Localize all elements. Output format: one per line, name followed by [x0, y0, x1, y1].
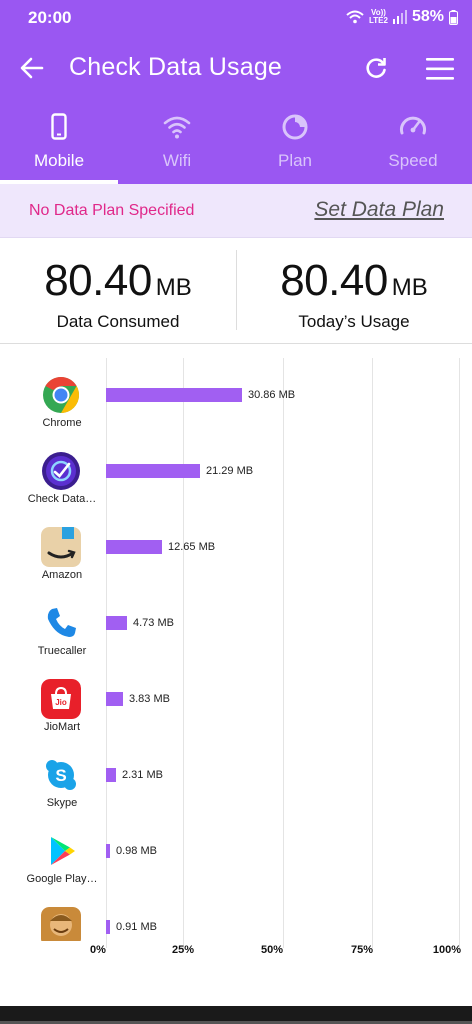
app-name: Amazon: [41, 569, 83, 581]
tab-mobile[interactable]: Mobile: [0, 102, 118, 184]
usage-bar: [106, 920, 110, 934]
status-icons: Vo)) LTE2 58%: [346, 8, 458, 26]
usage-bar-label: 30.86 MB: [248, 389, 296, 401]
app-row-chrome[interactable]: Chrome 30.86 MB: [0, 375, 472, 451]
tab-label: Speed: [388, 151, 438, 170]
usage-bar-label: 12.65 MB: [168, 541, 216, 553]
app-row-jiomart[interactable]: Jio JioMart 3.83 MB: [0, 679, 472, 755]
todays-usage-stat: 80.40 MB Today’s Usage: [236, 256, 472, 332]
refresh-icon[interactable]: [362, 54, 390, 82]
usage-bar: [106, 692, 123, 706]
google-play-icon: [41, 831, 81, 871]
tab-speed[interactable]: Speed: [354, 102, 472, 184]
status-bar: 20:00 Vo)) LTE2 58%: [0, 0, 472, 36]
plan-status-text: No Data Plan Specified: [29, 202, 195, 219]
usage-bar-label: 4.73 MB: [133, 617, 174, 629]
usage-bar: [106, 464, 200, 478]
amazon-icon: [41, 527, 81, 567]
phone-icon: [51, 113, 67, 140]
usage-summary: 80.40 MB Data Consumed 80.40 MB Today’s Us…: [0, 238, 472, 344]
data-consumed-unit: MB: [155, 274, 192, 301]
usage-bar: [106, 388, 242, 402]
svg-text:S: S: [55, 766, 66, 785]
app-name: Check Data…: [27, 493, 97, 505]
skype-icon: S: [41, 755, 81, 795]
network-type: Vo)) LTE2: [369, 8, 388, 25]
app-name: Skype: [46, 797, 78, 809]
app-row-google-play[interactable]: Google Play… 0.98 MB: [0, 831, 472, 907]
app-row-game[interactable]: 0.91 MB: [0, 907, 472, 941]
data-consumed-value: 80.40: [44, 256, 152, 305]
data-consumed-label: Data Consumed: [56, 312, 180, 331]
todays-usage-unit: MB: [391, 274, 428, 301]
app-name: Chrome: [42, 417, 82, 429]
app-row-skype[interactable]: S Skype 2.31 MB: [0, 755, 472, 831]
tab-label: Wifi: [162, 151, 192, 170]
system-navigation-bar: [0, 1006, 472, 1024]
game-app-icon: [41, 907, 81, 941]
app-usage-chart: Chrome 30.86 MB Check Data… 21.29 MB Ama…: [0, 344, 472, 964]
app-row-amazon[interactable]: Amazon 12.65 MB: [0, 527, 472, 603]
wifi-signal-icon: [346, 10, 364, 24]
x-tick-label: 0%: [90, 944, 106, 956]
todays-usage-label: Today’s Usage: [298, 312, 410, 331]
app-bar: Check Data Usage: [0, 36, 472, 102]
speedometer-icon: [400, 116, 426, 135]
app-row-truecaller[interactable]: Truecaller 4.73 MB: [0, 603, 472, 679]
app-name: JioMart: [43, 721, 81, 733]
usage-bar: [106, 844, 110, 858]
usage-bar-label: 0.91 MB: [116, 921, 157, 933]
tab-wifi[interactable]: Wifi: [118, 102, 236, 184]
tab-plan[interactable]: Plan: [236, 102, 354, 184]
wifi-icon: [163, 116, 191, 139]
x-tick-label: 50%: [260, 944, 284, 956]
chrome-icon: [41, 375, 81, 415]
menu-icon[interactable]: [425, 56, 455, 82]
usage-bar: [106, 540, 162, 554]
usage-bar-label: 21.29 MB: [206, 465, 254, 477]
todays-usage-value: 80.40: [280, 256, 388, 305]
jiomart-icon: Jio: [41, 679, 81, 719]
check-data-app-icon: [41, 451, 81, 491]
cell-signal-icon: [392, 10, 407, 24]
battery-percent: 58%: [411, 8, 444, 25]
set-data-plan-link[interactable]: Set Data Plan: [314, 198, 444, 222]
truecaller-icon: [41, 603, 81, 643]
app-name: Google Play…: [26, 873, 98, 885]
tab-label: Mobile: [33, 151, 85, 170]
usage-bar: [106, 616, 127, 630]
battery-icon: [449, 9, 458, 25]
back-arrow-icon[interactable]: [18, 54, 46, 82]
status-time: 20:00: [28, 8, 72, 27]
app-name: Truecaller: [37, 645, 87, 657]
usage-bar-label: 3.83 MB: [129, 693, 170, 705]
data-plan-banner: No Data Plan Specified Set Data Plan: [0, 184, 472, 238]
app-row-check-data[interactable]: Check Data… 21.29 MB: [0, 451, 472, 527]
plan-icon: [282, 114, 308, 140]
usage-bar-label: 0.98 MB: [116, 845, 157, 857]
svg-text:Jio: Jio: [55, 698, 67, 707]
x-tick-label: 75%: [350, 944, 374, 956]
page-title: Check Data Usage: [69, 53, 283, 81]
usage-bar: [106, 768, 116, 782]
data-consumed-stat: 80.40 MB Data Consumed: [0, 256, 236, 332]
x-tick-label: 100%: [432, 944, 462, 956]
tab-bar: Mobile Wifi Plan Speed: [0, 102, 472, 184]
usage-bar-label: 2.31 MB: [122, 769, 163, 781]
tab-label: Plan: [277, 151, 313, 170]
x-tick-label: 25%: [171, 944, 195, 956]
chart-x-axis: 0% 25% 50% 75% 100%: [0, 944, 472, 964]
